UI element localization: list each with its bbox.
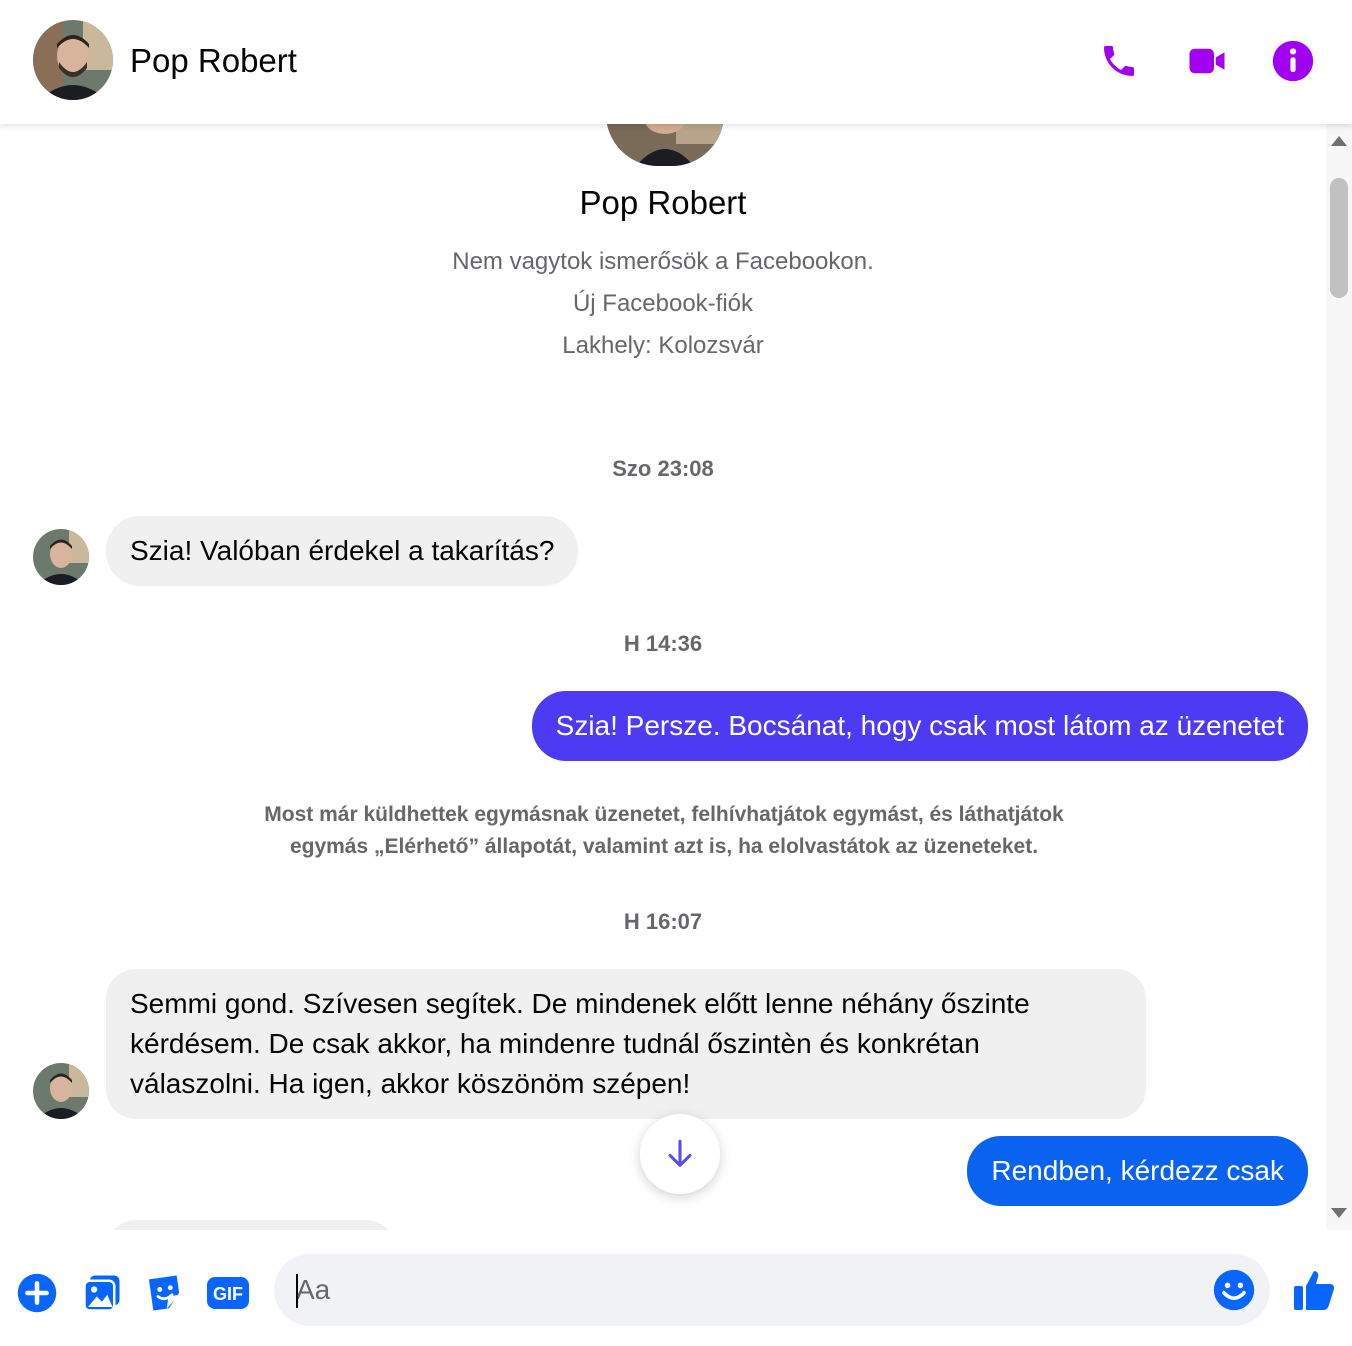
outgoing-message[interactable]: Szia! Persze. Bocsánat, hogy csak most l…	[531, 691, 1308, 761]
message-line: Semmi gond. Szívesen segítek. De mindene…	[130, 988, 1030, 1019]
connection-notice: Most már küldhettek egymásnak üzenetet, …	[200, 799, 1128, 863]
message-line: válaszolni. Ha igen, akkor köszönöm szép…	[130, 1068, 691, 1099]
video-call-icon[interactable]	[1184, 38, 1230, 84]
scrollbar-thumb[interactable]	[1330, 178, 1348, 298]
scroll-up-arrow-icon[interactable]	[1330, 134, 1348, 148]
scroll-to-bottom-button[interactable]	[640, 1114, 720, 1194]
timestamp: H 14:36	[623, 631, 703, 656]
sticker-icon[interactable]	[142, 1270, 188, 1316]
sender-avatar[interactable]	[33, 1063, 89, 1119]
timestamp: H 16:07	[623, 909, 703, 934]
message-input-container[interactable]	[274, 1254, 1270, 1326]
profile-name: Pop Robert	[579, 184, 747, 221]
phone-call-icon[interactable]	[1096, 38, 1142, 84]
outgoing-message[interactable]: Rendben, kérdezz csak	[967, 1136, 1308, 1206]
gif-label: GIF	[213, 1284, 243, 1304]
scroll-down-arrow-icon[interactable]	[1330, 1206, 1348, 1220]
contact-avatar[interactable]	[33, 20, 113, 100]
composer: GIF	[0, 1230, 1352, 1346]
profile-account-age: Új Facebook-fiók	[572, 290, 754, 317]
profile-avatar[interactable]	[606, 124, 724, 166]
incoming-message[interactable]: Szia! Valóban érdekel a takarítás?	[106, 516, 579, 586]
text-caret	[296, 1274, 298, 1308]
profile-location: Lakhely: Kolozsvár	[562, 332, 764, 359]
notice-line: egymás „Elérhető” állapotát, valamint az…	[289, 835, 1039, 858]
message-line: kérdésem. De csak akkor, ha mindenre tud…	[130, 1028, 980, 1059]
profile-friend-status: Nem vagytok ismerősök a Facebookon.	[452, 248, 874, 275]
plus-icon[interactable]	[14, 1270, 60, 1316]
message-input[interactable]	[296, 1268, 1196, 1312]
contact-name[interactable]: Pop Robert	[130, 42, 297, 80]
scrollbar[interactable]	[1326, 124, 1352, 1230]
notice-line: Most már küldhettek egymásnak üzenetet, …	[264, 803, 1064, 826]
info-icon[interactable]	[1270, 38, 1316, 84]
thumbs-up-icon[interactable]	[1290, 1266, 1338, 1314]
photo-icon[interactable]	[79, 1270, 125, 1316]
emoji-icon[interactable]	[1212, 1268, 1256, 1312]
message-list[interactable]: Pop Robert Nem vagytok ismerősök a Faceb…	[0, 124, 1326, 1230]
sender-avatar[interactable]	[33, 529, 89, 585]
incoming-message[interactable]: Semmi gond. Szívesen segítek. De mindene…	[106, 969, 1146, 1119]
arrow-down-icon	[668, 1139, 692, 1167]
timestamp: Szo 23:08	[612, 456, 714, 481]
gif-icon[interactable]: GIF	[205, 1270, 251, 1316]
chat-header: Pop Robert	[0, 0, 1352, 124]
incoming-message-partial[interactable]	[106, 1220, 396, 1230]
